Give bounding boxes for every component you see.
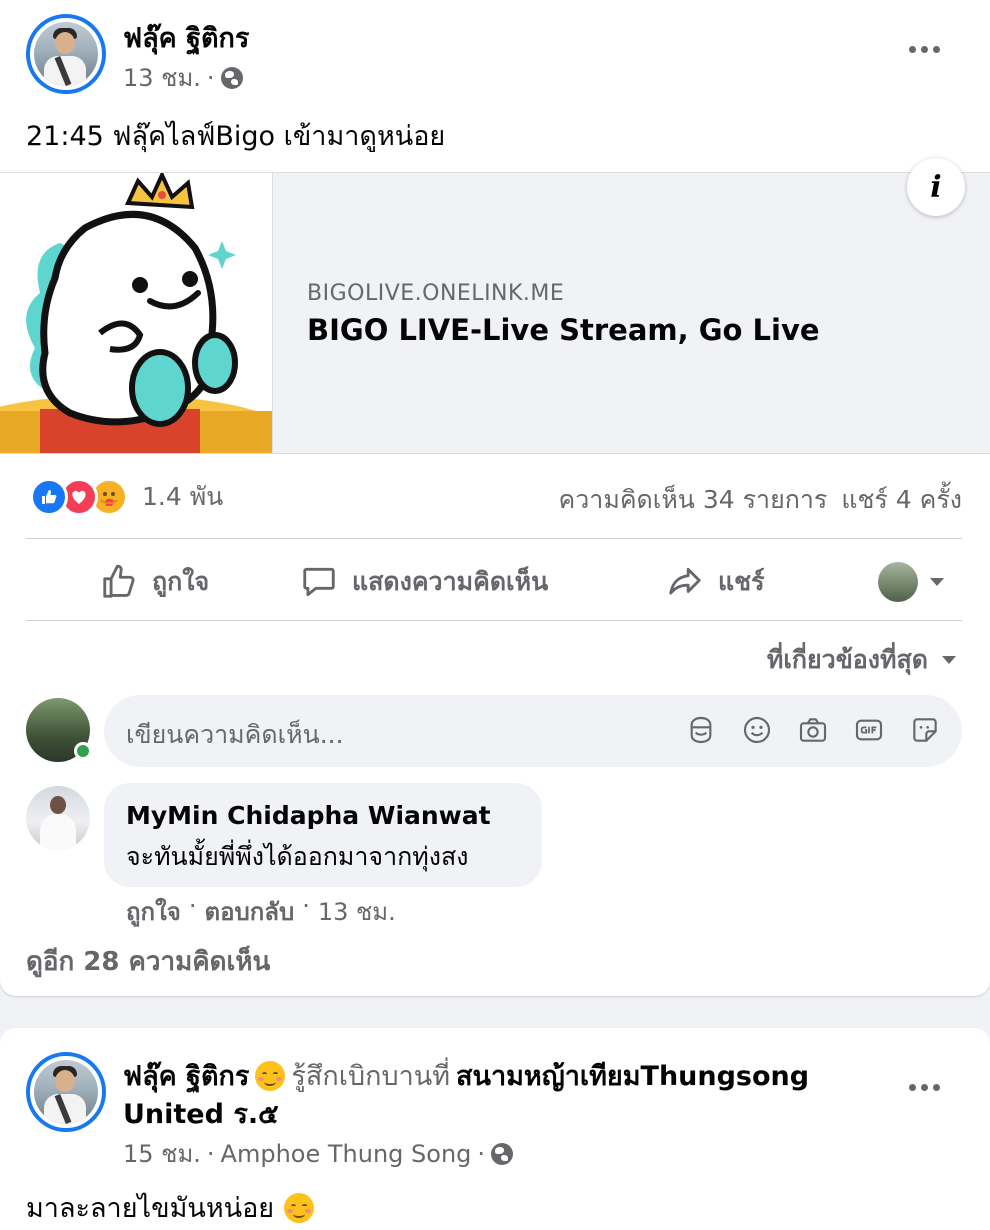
globe-icon	[220, 66, 243, 89]
feeling-text: รู้สึกเบิกบานที่	[291, 1061, 451, 1092]
place-name-continued[interactable]: United ร.๕	[123, 1092, 279, 1135]
composer-tools	[684, 713, 942, 747]
thumbs-up-icon	[103, 564, 135, 598]
comment-label: แสดงความคิดเห็น	[352, 567, 549, 596]
view-more-comments-link[interactable]: ดูอีก 28 ความคิดเห็น	[26, 941, 270, 982]
online-status-dot	[74, 742, 92, 760]
sort-label: ที่เกี่ยวข้องที่สุด	[766, 645, 928, 674]
comment-button[interactable]: แสดงความคิดเห็น	[300, 558, 548, 606]
smiling-emoji-icon	[284, 1192, 315, 1223]
avatar-sticker-icon[interactable]	[684, 713, 718, 747]
commenter-name[interactable]: MyMin Chidapha Wianwat	[126, 801, 491, 830]
comment-count[interactable]: ความคิดเห็น 34 รายการ	[559, 480, 828, 520]
post-text-line: มาละลายไขมันหน่อย	[26, 1186, 315, 1229]
post-meta: 15 ชม. · Amphoe Thung Song ·	[123, 1134, 514, 1173]
link-domain: BIGOLIVE.ONELINK.ME	[307, 281, 565, 306]
comment-input[interactable]: เขียนความคิดเห็น...	[104, 695, 962, 767]
like-button[interactable]: ถูกใจ	[100, 558, 209, 606]
post-meta: 13 ชม. ·	[123, 58, 243, 97]
post-text: 21:45 ฟลุ๊คไลฟ์Bigo เข้ามาดูหน่อย	[26, 121, 446, 152]
comment-sort-dropdown[interactable]: ที่เกี่ยวข้องที่สุด	[767, 640, 956, 680]
chevron-down-icon	[942, 656, 956, 664]
feeling-emoji-icon	[255, 1060, 286, 1091]
link-preview[interactable]: BIGOLIVE.ONELINK.ME BIGO LIVE-Live Strea…	[0, 158, 990, 454]
like-icon	[30, 478, 68, 516]
engagement-stats: ความคิดเห็น 34 รายการ แชร์ 4 ครั้ง	[559, 480, 962, 520]
comment-bubble: MyMin Chidapha Wianwat จะทันมั้ยพี่พึ่งไ…	[104, 783, 542, 887]
place-name[interactable]: สนามหญ้าเทียมThungsong	[456, 1054, 809, 1097]
author-avatar[interactable]	[26, 1052, 106, 1132]
globe-icon	[491, 1142, 514, 1165]
post-time[interactable]: 15 ชม.	[123, 1134, 201, 1173]
meta-separator: ·	[302, 892, 310, 920]
meta-separator: ·	[206, 1139, 215, 1168]
commenter-avatar[interactable]	[26, 786, 90, 850]
meta-separator: ·	[188, 892, 197, 920]
current-user-avatar[interactable]	[26, 698, 92, 762]
comment-time[interactable]: 13 ชม.	[318, 892, 396, 931]
location-label[interactable]: Amphoe Thung Song	[221, 1140, 472, 1168]
post-as-selector[interactable]	[878, 558, 944, 606]
share-button[interactable]: แชร์	[666, 558, 765, 606]
gif-icon[interactable]	[852, 713, 886, 747]
emoji-icon[interactable]	[740, 713, 774, 747]
share-count[interactable]: แชร์ 4 ครั้ง	[841, 480, 962, 520]
link-title[interactable]: BIGO LIVE-Live Stream, Go Live	[307, 313, 820, 347]
share-label: แชร์	[718, 567, 765, 596]
reactions-summary[interactable]: 1.4 พัน	[30, 477, 223, 517]
post-header-line: ฟลุ๊ค ฐิติกร รู้สึกเบิกบานที่ สนามหญ้าเท…	[123, 1054, 809, 1097]
author-name[interactable]: ฟลุ๊ค ฐิติกร	[123, 1054, 249, 1097]
share-icon	[669, 567, 701, 595]
comment-text: จะทันมั้ยพี่พึ่งได้ออกมาจากทุ่งสง	[126, 842, 469, 871]
meta-separator: ·	[477, 1139, 486, 1168]
camera-icon[interactable]	[796, 713, 830, 747]
bigo-logo-thumbnail	[0, 173, 273, 453]
author-name[interactable]: ฟลุ๊ค ฐิติกร	[123, 16, 249, 59]
post-card: ฟลุ๊ค ฐิติกร 13 ชม. · 21:45 ฟลุ๊คไลฟ์Big…	[0, 0, 990, 996]
user-avatar	[878, 562, 918, 602]
post-text: มาละลายไขมันหน่อย	[26, 1193, 275, 1224]
meta-separator: ·	[206, 63, 215, 92]
sticker-icon[interactable]	[908, 713, 942, 747]
reaction-count: 1.4 พัน	[142, 482, 224, 511]
more-options-button[interactable]	[909, 46, 940, 53]
divider	[26, 620, 962, 621]
comment-actions: ถูกใจ · ตอบกลับ · 13 ชม.	[126, 892, 396, 931]
more-options-button[interactable]	[909, 1084, 940, 1091]
like-label: ถูกใจ	[152, 567, 210, 596]
post-time[interactable]: 13 ชม.	[123, 58, 201, 97]
author-avatar[interactable]	[26, 14, 106, 94]
comment-like-button[interactable]: ถูกใจ	[126, 892, 181, 931]
comment-placeholder: เขียนความคิดเห็น...	[126, 720, 344, 749]
info-button[interactable]: i	[907, 158, 965, 216]
chevron-down-icon	[930, 578, 944, 586]
divider	[26, 538, 962, 539]
post-card: ฟลุ๊ค ฐิติกร รู้สึกเบิกบานที่ สนามหญ้าเท…	[0, 1028, 990, 1230]
comment-reply-button[interactable]: ตอบกลับ	[204, 892, 294, 931]
comment-icon	[303, 567, 335, 597]
